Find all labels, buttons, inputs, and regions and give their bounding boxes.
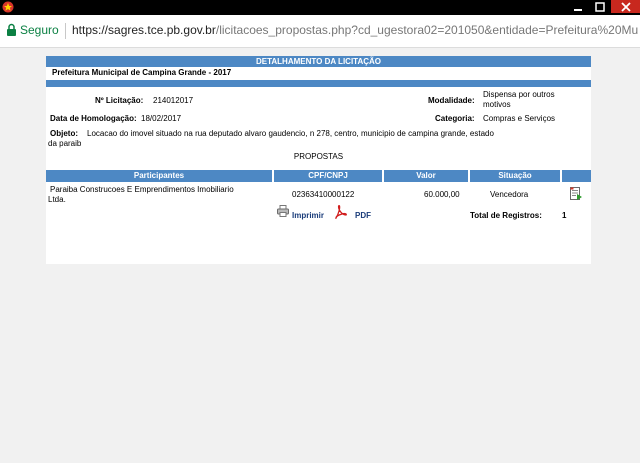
total-records-value: 1 [562, 211, 567, 220]
minimize-icon [573, 8, 582, 11]
column-header-situacao[interactable]: Situação [470, 170, 560, 182]
lock-icon [7, 23, 16, 36]
window-titlebar [0, 0, 640, 15]
homologacao-value: 18/02/2017 [141, 114, 182, 123]
total-records-label: Total de Registros: [470, 211, 542, 220]
secure-label: Seguro [20, 23, 59, 37]
column-header-valor[interactable]: Valor [384, 170, 468, 182]
participant-name-line-1: Paraiba Construcoes E Emprendimentos Imo… [50, 185, 234, 194]
column-header-cpf-cnpj[interactable]: CPF/CNPJ [274, 170, 382, 182]
minimize-button[interactable] [566, 0, 589, 13]
pdf-icon [335, 205, 347, 219]
objeto-label: Objeto: [50, 129, 78, 138]
detail-header: DETALHAMENTO DA LICITAÇÃO [46, 56, 591, 67]
situacao-value: Vencedora [490, 190, 529, 199]
header-divider [46, 80, 591, 87]
app-icon [2, 1, 14, 13]
print-label[interactable]: Imprimir [292, 211, 324, 220]
detail-panel: DETALHAMENTO DA LICITAÇÃO Prefeitura Mun… [46, 56, 591, 264]
address-separator [65, 23, 66, 39]
url-host: https://sagres.tce.pb.gov.br [72, 23, 216, 37]
modalidade-label: Modalidade: [428, 96, 475, 105]
page-content: DETALHAMENTO DA LICITAÇÃO Prefeitura Mun… [0, 48, 640, 463]
modalidade-value-1: Dispensa por outros [483, 90, 555, 99]
categoria-label: Categoria: [435, 114, 475, 123]
close-button[interactable] [611, 0, 640, 13]
address-bar[interactable]: Seguro https://sagres.tce.pb.gov.br/lici… [0, 15, 640, 48]
printer-icon [277, 205, 289, 217]
column-header-actions [562, 170, 591, 182]
homologacao-label: Data de Homologação: [50, 114, 137, 123]
url-path: /licitacoes_propostas.php?cd_ugestora02=… [215, 23, 638, 37]
cnpj-value: 02363410000122 [292, 190, 355, 199]
objeto-value-2: da paraib [48, 139, 82, 148]
licitacao-value: 214012017 [153, 96, 194, 105]
categoria-value: Compras e Serviços [483, 114, 556, 123]
document-detail-icon[interactable] [570, 187, 582, 201]
licitacao-label: Nº Licitação: [95, 96, 144, 105]
close-icon [620, 1, 631, 12]
entity-name: Prefeitura Municipal de Campina Grande -… [52, 68, 232, 77]
valor-value: 60.000,00 [424, 190, 460, 199]
maximize-button[interactable] [589, 0, 611, 13]
objeto-value-1: Locacao do imovel situado na rua deputad… [87, 129, 494, 138]
column-header-participantes[interactable]: Participantes [46, 170, 272, 182]
participant-name-line-2: Ltda. [48, 195, 66, 204]
pdf-label[interactable]: PDF [355, 211, 371, 220]
url-text[interactable]: https://sagres.tce.pb.gov.br/licitacoes_… [72, 23, 638, 37]
modalidade-value-2: motivos [483, 100, 511, 109]
proposals-title: PROPOSTAS [293, 152, 344, 161]
maximize-icon [595, 1, 605, 12]
